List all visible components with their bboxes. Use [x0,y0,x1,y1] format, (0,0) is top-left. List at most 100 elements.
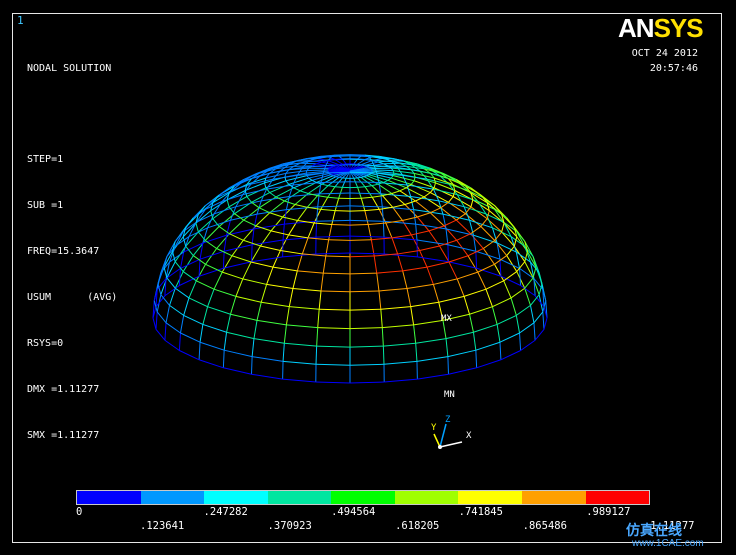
mesh-line [160,294,170,306]
mesh-line [494,231,503,241]
mesh-line [382,324,414,329]
mesh-line [520,285,536,297]
mesh-line [533,322,536,341]
mesh-line [426,266,434,285]
mesh-line [475,341,501,351]
legend-segment [394,491,459,504]
mesh-line [202,306,209,325]
mesh-line [415,224,418,241]
mesh-line [360,176,365,178]
mesh-line [503,280,512,299]
mesh-line [542,311,545,330]
mesh-line [385,222,393,239]
mesh-plot[interactable] [0,0,736,555]
mesh-line [235,278,244,297]
mesh-line [331,224,351,226]
mesh-line [213,288,237,297]
mesh-line [229,296,237,315]
mesh-line [327,196,339,199]
mesh-line [456,278,465,297]
mesh-line [316,161,322,165]
mesh-line [364,175,368,178]
mesh-line [282,378,316,383]
mesh-line [202,323,227,333]
mesh-line [499,332,520,343]
triad-y-label: Y [431,423,437,433]
mesh-line [349,219,384,222]
mesh-line [364,186,373,198]
mesh-line [447,356,449,375]
mesh-line [282,224,285,241]
mesh-line [325,255,351,258]
mesh-line [315,235,351,238]
legend-tick-top: .989127 [586,506,631,518]
mesh-line [328,185,336,188]
legend-segment [521,491,586,504]
mesh-line [426,261,450,268]
mesh-line [485,280,504,290]
mesh-line [448,196,454,203]
legend-tick-bottom: .865486 [522,520,567,532]
mesh-line [323,272,351,275]
mesh-line [292,287,322,292]
mesh-line [445,228,449,245]
legend-tick-bottom: .370923 [267,520,312,532]
mesh-line [188,280,197,299]
mesh-line [530,294,540,306]
mesh-line [380,306,411,310]
mesh-line [533,278,536,296]
mesh-line [317,309,320,328]
mesh-line [259,207,270,214]
legend-segment [331,491,395,504]
mesh-line [198,342,201,360]
mesh-line [338,176,343,179]
mesh-line [383,360,417,365]
mesh-line [433,278,458,285]
mesh-line [174,261,184,272]
mesh-line [188,297,208,308]
legend-segment [585,491,650,504]
mesh-line [246,196,252,203]
mesh-line [251,201,260,209]
mesh-line [155,328,166,341]
mesh-line [380,309,383,328]
mesh-line [252,356,284,362]
mesh-line [442,213,470,221]
mesh-line [316,327,319,347]
mesh-line [402,270,408,289]
mesh-line [222,251,225,269]
mesh-line [349,381,385,384]
mesh-line [448,255,469,263]
legend-segment [458,491,522,504]
mesh-line [197,231,206,241]
mesh-line [288,234,309,239]
mesh-line [445,331,474,340]
mesh-line [429,212,445,227]
mesh-line [357,176,362,179]
mesh-line [317,327,351,330]
mesh-line [251,244,253,262]
mesh-line [349,363,385,366]
mesh-line [315,346,318,365]
mesh-line [415,343,418,362]
legend-segment [77,491,141,504]
mesh-line [182,271,197,282]
mesh-line [256,319,287,326]
mesh-line [376,273,380,292]
triad-x-label: X [466,431,472,441]
mesh-line [183,314,204,325]
mesh-line [472,332,477,351]
mesh-line [415,338,447,344]
mesh-line [494,264,505,282]
mesh-line [332,175,336,178]
mesh-line [402,175,408,186]
mesh-line [413,324,417,344]
mesh-line [294,203,308,208]
mesh-line [404,204,418,218]
mesh-line [529,305,535,323]
mesh-line [485,289,493,307]
mesh-line [349,308,381,311]
mesh-line [306,195,318,208]
mesh-line [156,311,167,324]
mesh-line [519,268,522,286]
